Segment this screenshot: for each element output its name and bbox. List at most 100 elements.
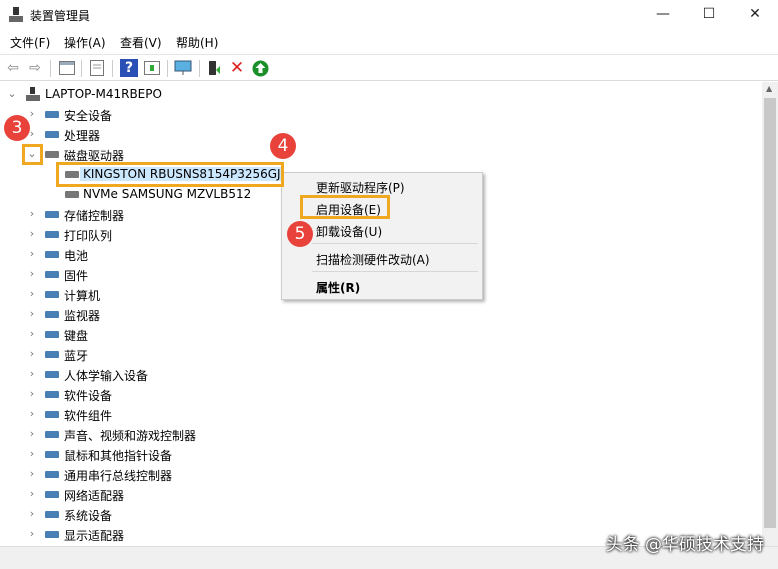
tree-item[interactable]: › 蓝牙 bbox=[0, 344, 760, 364]
chevron-right-icon[interactable]: › bbox=[26, 367, 38, 381]
update-driver-icon[interactable] bbox=[206, 59, 224, 77]
tree-item[interactable]: › 通用串行总线控制器 bbox=[0, 464, 760, 484]
processor-icon bbox=[44, 127, 60, 141]
disk-icon bbox=[44, 147, 60, 161]
tree-item-label: 通用串行总线控制器 bbox=[64, 469, 173, 483]
tree-item-label: 打印队列 bbox=[64, 229, 113, 243]
sound-icon bbox=[44, 427, 60, 441]
help-icon[interactable]: ? bbox=[120, 59, 138, 77]
tree-item[interactable]: › 系统设备 bbox=[0, 504, 760, 524]
tree-item-label: 人体学输入设备 bbox=[64, 369, 149, 383]
tree-item[interactable]: › 人体学输入设备 bbox=[0, 364, 760, 384]
chevron-right-icon[interactable]: › bbox=[26, 447, 38, 461]
chevron-right-icon[interactable]: › bbox=[26, 287, 38, 301]
scan-hardware-icon[interactable] bbox=[174, 59, 192, 77]
chevron-right-icon[interactable]: › bbox=[26, 387, 38, 401]
chevron-right-icon[interactable]: › bbox=[26, 427, 38, 441]
chevron-right-icon[interactable]: › bbox=[26, 487, 38, 501]
computer-icon bbox=[44, 287, 60, 301]
back-icon[interactable]: ⇦ bbox=[4, 59, 22, 77]
menu-separator bbox=[312, 243, 478, 244]
keyboard-icon bbox=[44, 327, 60, 341]
tree-item-label: 存储控制器 bbox=[64, 209, 125, 223]
chevron-right-icon[interactable]: › bbox=[26, 527, 38, 541]
uninstall-icon[interactable]: ✕ bbox=[228, 58, 246, 78]
system-icon bbox=[44, 507, 60, 521]
tree-item-label: 处理器 bbox=[64, 129, 101, 143]
tree-item-label: 显示适配器 bbox=[64, 529, 125, 543]
chevron-right-icon[interactable]: › bbox=[26, 467, 38, 481]
chevron-right-icon[interactable]: › bbox=[26, 407, 38, 421]
menu-action[interactable]: 操作(A) bbox=[64, 34, 106, 51]
menu-item-properties[interactable]: 属性(R) bbox=[316, 279, 360, 296]
step-badge-4: 4 bbox=[270, 133, 296, 159]
firmware-icon bbox=[44, 267, 60, 281]
menu-item-scan-hardware[interactable]: 扫描检测硬件改动(A) bbox=[316, 251, 430, 268]
highlight-kingston-device bbox=[56, 162, 284, 187]
chevron-right-icon[interactable]: › bbox=[26, 267, 38, 281]
menu-help[interactable]: 帮助(H) bbox=[176, 34, 218, 51]
chevron-right-icon[interactable]: › bbox=[26, 347, 38, 361]
menu-item-update-driver[interactable]: 更新驱动程序(P) bbox=[316, 179, 405, 196]
hid-icon bbox=[44, 367, 60, 381]
tree-root[interactable]: ⌄ LAPTOP-M41RBEPO bbox=[0, 84, 760, 104]
step-badge-3: 3 bbox=[4, 115, 30, 141]
tree-item[interactable]: › 鼠标和其他指针设备 bbox=[0, 444, 760, 464]
computer-root-icon bbox=[25, 87, 41, 101]
step-badge-5: 5 bbox=[287, 221, 313, 247]
toolbar-separator bbox=[199, 60, 200, 77]
action-pane-icon[interactable] bbox=[143, 59, 161, 77]
menu-item-uninstall-device[interactable]: 卸载设备(U) bbox=[316, 223, 382, 240]
menu-view[interactable]: 查看(V) bbox=[120, 34, 162, 51]
toolbar-separator bbox=[81, 60, 82, 77]
tree-item[interactable]: › 监视器 bbox=[0, 304, 760, 324]
close-button[interactable]: ✕ bbox=[732, 0, 778, 30]
security-icon bbox=[44, 107, 60, 121]
tree-item-label: 系统设备 bbox=[64, 509, 113, 523]
chevron-right-icon[interactable]: › bbox=[26, 507, 38, 521]
chevron-right-icon[interactable]: › bbox=[26, 327, 38, 341]
tree-item-label: 声音、视频和游戏控制器 bbox=[64, 429, 197, 443]
tree-item-label: 鼠标和其他指针设备 bbox=[64, 449, 173, 463]
tree-item-label: NVMe SAMSUNG MZVLB512 bbox=[83, 187, 252, 201]
chevron-right-icon[interactable]: › bbox=[26, 227, 38, 241]
storage-icon bbox=[44, 207, 60, 221]
minimize-button[interactable]: — bbox=[640, 0, 686, 30]
tree-item[interactable]: › 软件组件 bbox=[0, 404, 760, 424]
tree-item-label: 固件 bbox=[64, 269, 89, 283]
tree-item-label: 电池 bbox=[64, 249, 89, 263]
tree-item[interactable]: › 网络适配器 bbox=[0, 484, 760, 504]
toolbar-separator bbox=[167, 60, 168, 77]
toolbar-separator bbox=[112, 60, 113, 77]
printer-icon bbox=[44, 227, 60, 241]
software-component-icon bbox=[44, 407, 60, 421]
tree-item[interactable]: › 软件设备 bbox=[0, 384, 760, 404]
window-title: 装置管理員 bbox=[30, 9, 91, 23]
chevron-right-icon[interactable]: › bbox=[26, 307, 38, 321]
software-device-icon bbox=[44, 387, 60, 401]
menu-bar: 文件(F) 操作(A) 查看(V) 帮助(H) bbox=[0, 31, 778, 53]
tree-item-label: 键盘 bbox=[64, 329, 89, 343]
vertical-scrollbar[interactable]: ▲ bbox=[762, 82, 778, 546]
enable-device-icon[interactable] bbox=[251, 59, 269, 77]
chevron-right-icon[interactable]: › bbox=[26, 107, 38, 121]
tree-item[interactable]: › 键盘 bbox=[0, 324, 760, 344]
tree-item-label: 网络适配器 bbox=[64, 489, 125, 503]
chevron-down-icon[interactable]: ⌄ bbox=[6, 87, 18, 101]
show-hide-console-icon[interactable] bbox=[58, 59, 76, 77]
tree-item[interactable]: › 安全设备 bbox=[0, 104, 760, 124]
forward-icon[interactable]: ⇨ bbox=[26, 59, 44, 77]
device-tree[interactable]: ⌄ LAPTOP-M41RBEPO › 安全设备 › 处理器 ⌄ 磁盘驱动器 KINGSTO… bbox=[0, 82, 762, 546]
tree-item[interactable]: › 声音、视频和游戏控制器 bbox=[0, 424, 760, 444]
tree-item-label: 软件设备 bbox=[64, 389, 113, 403]
properties-icon[interactable] bbox=[88, 59, 106, 77]
menu-file[interactable]: 文件(F) bbox=[10, 34, 50, 51]
tree-item-label: 监视器 bbox=[64, 309, 101, 323]
tree-item-label: 软件组件 bbox=[64, 409, 113, 423]
maximize-button[interactable]: ☐ bbox=[686, 0, 732, 30]
chevron-right-icon[interactable]: › bbox=[26, 207, 38, 221]
tree-item[interactable]: ⌄ 磁盘驱动器 bbox=[0, 144, 760, 164]
tree-root-label: LAPTOP-M41RBEPO bbox=[45, 87, 162, 101]
tree-item[interactable]: › 处理器 bbox=[0, 124, 760, 144]
chevron-right-icon[interactable]: › bbox=[26, 247, 38, 261]
